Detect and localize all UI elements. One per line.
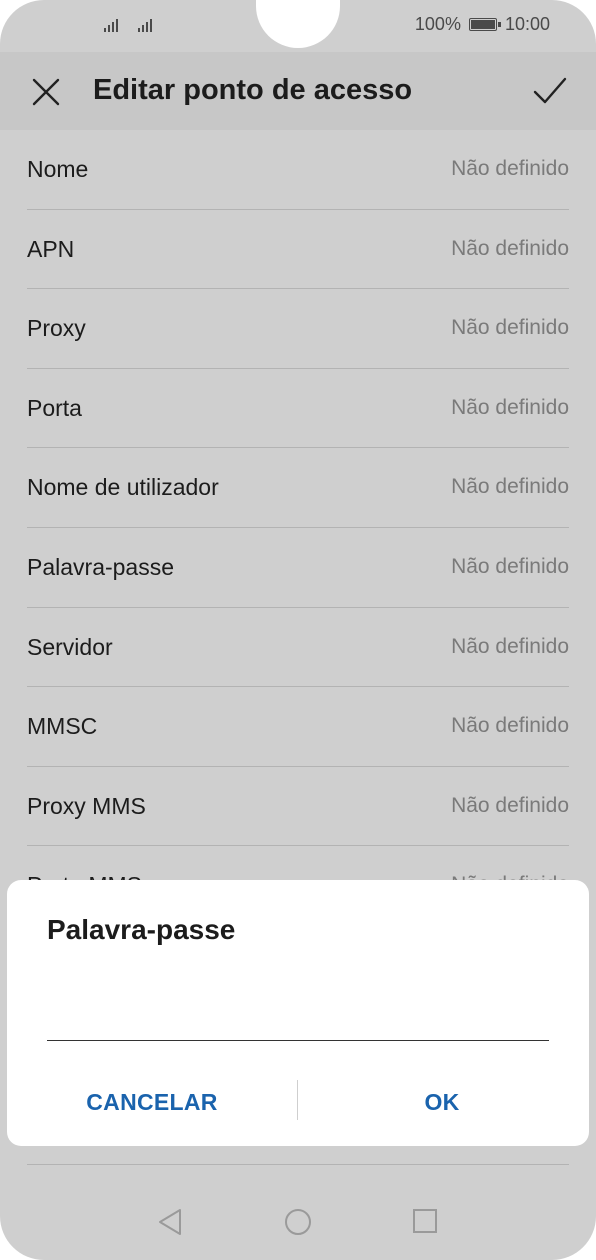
signal-strength-icon bbox=[138, 14, 152, 32]
phone-screen: 100% 10:00 Editar ponto de acesso Nome N… bbox=[0, 0, 596, 1260]
home-icon[interactable] bbox=[283, 1207, 313, 1237]
settings-row-label: Proxy MMS bbox=[27, 792, 146, 819]
settings-row-value: Não definido bbox=[451, 554, 569, 578]
settings-row-label: APN bbox=[27, 235, 75, 262]
page-title: Editar ponto de acesso bbox=[93, 74, 413, 106]
camera-notch bbox=[256, 0, 340, 48]
cancel-button[interactable]: CANCELAR bbox=[7, 1080, 297, 1124]
settings-row-proxy[interactable]: Proxy Não definido bbox=[27, 289, 569, 369]
ok-button[interactable]: OK bbox=[297, 1080, 587, 1124]
settings-row-label: Servidor bbox=[27, 633, 113, 660]
settings-row-servidor[interactable]: Servidor Não definido bbox=[27, 608, 569, 688]
settings-row-value: Não definido bbox=[451, 316, 569, 340]
list-divider bbox=[27, 1164, 569, 1165]
settings-row-value: Não definido bbox=[451, 714, 569, 738]
back-icon[interactable] bbox=[156, 1207, 184, 1237]
battery-icon bbox=[468, 18, 501, 31]
navigation-bar bbox=[0, 1195, 596, 1255]
settings-row-apn[interactable]: APN Não definido bbox=[27, 210, 569, 290]
settings-row-label: Proxy bbox=[27, 315, 86, 342]
settings-row-value: Não definido bbox=[451, 157, 569, 180]
settings-row-label: Palavra-passe bbox=[27, 553, 175, 580]
settings-row-value: Não definido bbox=[451, 793, 569, 817]
settings-row-nome-de-utilizador[interactable]: Nome de utilizador Não definido bbox=[27, 448, 569, 528]
settings-row-value: Não definido bbox=[451, 236, 569, 260]
dialog-title: Palavra-passe bbox=[47, 914, 236, 945]
settings-row-value: Não definido bbox=[451, 634, 569, 658]
app-bar: Editar ponto de acesso bbox=[0, 52, 596, 130]
settings-row-value: Não definido bbox=[451, 475, 569, 499]
settings-row-nome[interactable]: Nome Não definido bbox=[27, 130, 569, 210]
battery-percent: 100% bbox=[414, 14, 461, 34]
settings-row-proxy-mms[interactable]: Proxy MMS Não definido bbox=[27, 767, 569, 847]
settings-row-label: Porta bbox=[27, 394, 82, 421]
signal-strength-icon bbox=[104, 14, 118, 32]
password-input[interactable] bbox=[47, 990, 549, 1041]
settings-row-value: Não definido bbox=[451, 395, 569, 419]
settings-row-mmsc[interactable]: MMSC Não definido bbox=[27, 687, 569, 767]
settings-row-label: Nome de utilizador bbox=[27, 474, 219, 501]
status-bar: 100% 10:00 bbox=[0, 0, 596, 52]
settings-row-palavra-passe[interactable]: Palavra-passe Não definido bbox=[27, 528, 569, 608]
check-icon[interactable] bbox=[532, 74, 568, 108]
recent-apps-icon[interactable] bbox=[411, 1207, 439, 1235]
settings-row-porta[interactable]: Porta Não definido bbox=[27, 369, 569, 449]
close-icon[interactable] bbox=[30, 76, 62, 108]
password-dialog: Palavra-passe CANCELAR OK bbox=[7, 880, 589, 1146]
clock: 10:00 bbox=[504, 14, 550, 34]
settings-row-label: MMSC bbox=[27, 713, 98, 740]
settings-row-label: Nome bbox=[27, 156, 89, 182]
